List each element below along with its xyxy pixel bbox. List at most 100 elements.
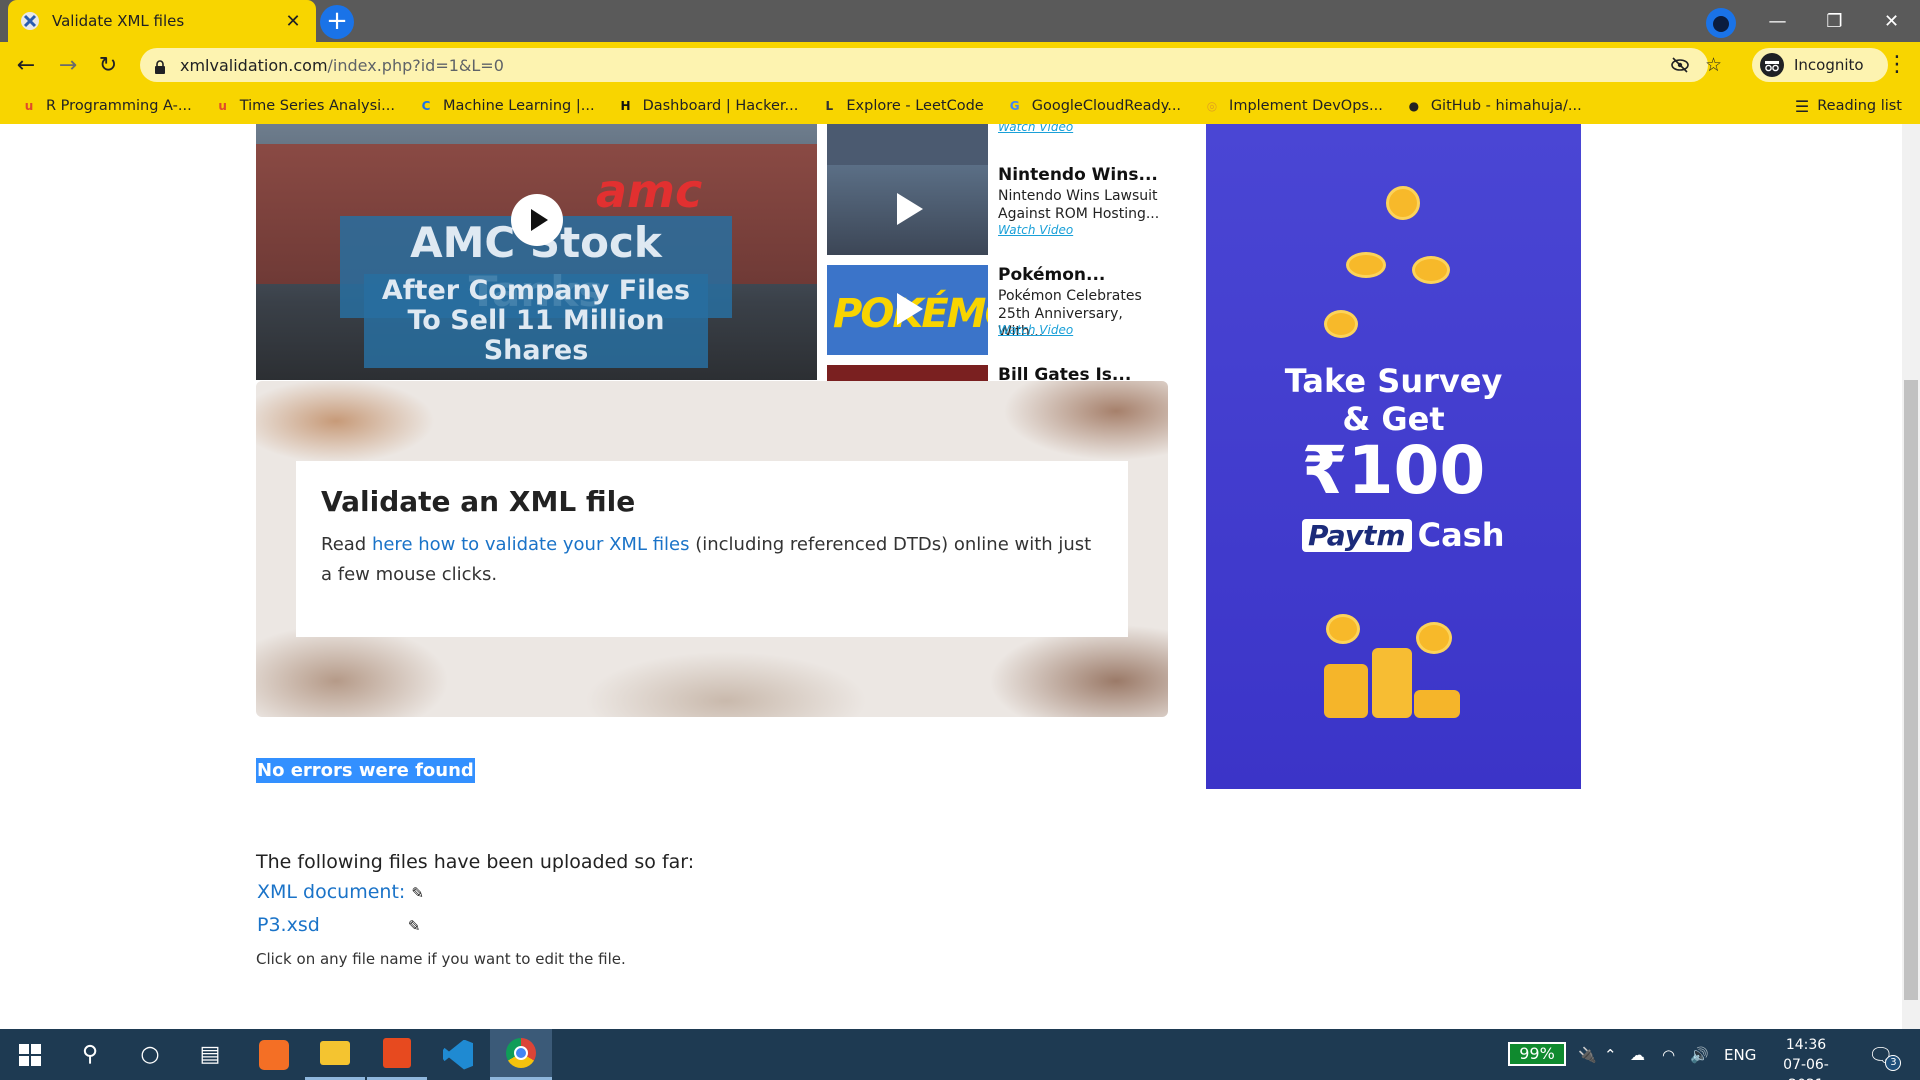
paytm-logo: Paytm (1302, 518, 1412, 552)
bookmark-item[interactable]: G GoogleCloudReady... (1006, 97, 1181, 115)
back-button[interactable]: ← (8, 42, 44, 88)
watch-video-link[interactable]: Watch Video (998, 323, 1073, 337)
bookmark-favicon-icon: ● (1408, 99, 1420, 113)
bookmarks-bar: u R Programming A-... u Time Series Analysi… (0, 88, 1920, 124)
file-name[interactable]: P3.xsd (257, 914, 320, 936)
search-icon[interactable]: ⚲ (60, 1029, 120, 1080)
url-host: xmlvalidation.com (180, 55, 328, 75)
profile-label: Incognito (1794, 56, 1864, 74)
video-brand-sign: amc (596, 164, 703, 218)
play-icon (897, 193, 923, 225)
video-caption-line2: After Company Files (381, 275, 691, 306)
bookmark-label: Explore - LeetCode (846, 98, 984, 114)
incognito-badge[interactable]: Incognito (1752, 48, 1888, 82)
lock-icon (154, 59, 166, 74)
tab-close-icon[interactable]: ✕ (282, 11, 304, 32)
minimize-button[interactable]: — (1749, 0, 1806, 42)
video-player[interactable]: amc AMC Stock Tanks After Company Files … (256, 124, 817, 380)
bookmark-item[interactable]: u R Programming A-... (20, 97, 192, 115)
new-tab-button[interactable]: + (320, 5, 354, 39)
video-caption-subtitle: After Company Files To Sell 11 Million S… (364, 274, 708, 368)
edit-pencil-icon[interactable]: ✎ (408, 917, 421, 935)
close-window-button[interactable]: ✕ (1863, 0, 1920, 42)
vscode-icon[interactable] (428, 1029, 488, 1080)
eye-off-icon[interactable] (1670, 56, 1690, 78)
start-button[interactable] (0, 1029, 60, 1080)
file-name[interactable]: XML document: (257, 881, 405, 903)
notification-icon[interactable]: 🗨 3 (1868, 1029, 1902, 1080)
url-text: xmlvalidation.com/index.php?id=1&L=0 (180, 56, 504, 75)
cash-label: Cash (1417, 516, 1505, 554)
power-plug-icon[interactable]: 🔌 (1578, 1029, 1597, 1080)
reload-button[interactable]: ↻ (90, 42, 126, 88)
ad-headline: Take Survey (1284, 362, 1503, 400)
chrome-menu-button[interactable]: ⋮ (1882, 48, 1912, 82)
bookmark-favicon-icon: H (620, 99, 631, 113)
file-link-p3-xsd[interactable]: P3.xsd ✎ (257, 914, 420, 936)
favicon-icon (20, 11, 40, 31)
bookmark-label: Time Series Analysi... (239, 98, 395, 114)
page-title: Validate an XML file (321, 485, 636, 518)
reading-list-icon: ☰ (1794, 96, 1810, 116)
language-indicator[interactable]: ENG (1724, 1029, 1756, 1080)
playlist-thumbnail: POKÉMON (827, 265, 988, 355)
how-to-validate-link[interactable]: here how to validate your XML files (372, 534, 690, 555)
advertisement-banner[interactable]: Take Survey & Get ₹100 Paytm Cash (1206, 124, 1581, 789)
chevron-up-icon[interactable]: ⌃ (1604, 1029, 1617, 1080)
chrome-taskbar-icon[interactable] (490, 1029, 552, 1080)
office-icon[interactable] (367, 1029, 427, 1080)
video-caption-line3: To Sell 11 Million Shares (407, 305, 665, 366)
play-icon[interactable] (511, 194, 563, 246)
playlist-title: Bill Gates Is... (998, 365, 1132, 381)
bookmark-item[interactable]: L Explore - LeetCode (820, 97, 984, 115)
validate-card: Validate an XML file Read here how to va… (256, 381, 1168, 717)
restore-button[interactable]: ❐ (1806, 0, 1863, 42)
forward-button[interactable]: → (50, 42, 86, 88)
xampp-icon[interactable] (244, 1029, 304, 1080)
clock-time: 14:36 (1785, 1037, 1827, 1053)
volume-icon[interactable]: 🔊 (1690, 1029, 1709, 1080)
reading-list-button[interactable]: ☰ Reading list (1795, 88, 1902, 124)
bookmark-favicon-icon: u (218, 99, 227, 113)
bookmark-item[interactable]: C Machine Learning |... (417, 97, 595, 115)
cortana-icon[interactable]: ○ (120, 1029, 180, 1080)
tab-title: Validate XML files (52, 12, 185, 30)
wifi-icon[interactable]: ◠ (1662, 1029, 1675, 1080)
bookmark-item[interactable]: ◎ Implement DevOps... (1203, 97, 1383, 115)
bookmark-item[interactable]: u Time Series Analysi... (214, 97, 395, 115)
browser-toolbar: ← → ↻ xmlvalidation.com/index.php?id=1&L… (0, 42, 1920, 88)
battery-indicator[interactable]: 99% (1508, 1042, 1566, 1066)
bookmark-label: Dashboard | Hacker... (642, 98, 799, 114)
file-explorer-icon[interactable] (305, 1029, 365, 1080)
description-prefix: Read (321, 534, 372, 555)
bookmark-favicon-icon: L (825, 99, 834, 113)
watch-video-link[interactable]: Watch Video (998, 223, 1073, 237)
windows-taskbar: ⚲ ○ ▤ 99% 🔌 ⌃ ☁ ◠ 🔊 ENG 14:36 07-06-2021… (0, 1029, 1920, 1080)
coin-icon (1412, 256, 1450, 284)
page-content: amc AMC Stock Tanks After Company Files … (0, 124, 1902, 1029)
bookmark-item[interactable]: ● GitHub - himahuja/... (1405, 97, 1582, 115)
edit-pencil-icon[interactable]: ✎ (411, 884, 424, 902)
clock-date: 07-06-2021 (1783, 1057, 1829, 1080)
playlist-item[interactable]: Bill Gates Is... (827, 365, 1157, 381)
coin-icon (1416, 622, 1452, 654)
file-link-xml-document[interactable]: XML document: ✎ (257, 881, 424, 903)
playlist-item[interactable]: POKÉMON Pokémon... Pokémon Celebrates 25… (827, 265, 1157, 357)
bookmark-label: GitHub - himahuja/... (1430, 98, 1582, 114)
star-icon[interactable]: ☆ (1705, 54, 1722, 76)
playlist-item[interactable]: Nintendo Wins... Nintendo Wins Lawsuit A… (827, 165, 1159, 257)
coin-icon (1346, 252, 1386, 278)
validate-description: Read here how to validate your XML files… (321, 530, 1103, 590)
onedrive-icon[interactable]: ☁ (1630, 1029, 1645, 1080)
system-clock[interactable]: 14:36 07-06-2021 (1766, 1035, 1846, 1080)
watch-video-link[interactable]: Watch Video (998, 124, 1073, 134)
address-bar[interactable]: xmlvalidation.com/index.php?id=1&L=0 ☆ (140, 48, 1722, 82)
validation-result: No errors were found (256, 758, 475, 783)
coin-icon (1326, 614, 1360, 644)
scrollbar-thumb[interactable] (1904, 380, 1918, 1000)
browser-tab[interactable]: Validate XML files ✕ (8, 0, 316, 42)
bookmark-item[interactable]: H Dashboard | Hacker... (617, 97, 799, 115)
task-view-icon[interactable]: ▤ (180, 1029, 240, 1080)
tab-search-icon[interactable] (1706, 8, 1736, 38)
validate-card-body: Validate an XML file Read here how to va… (296, 461, 1128, 637)
